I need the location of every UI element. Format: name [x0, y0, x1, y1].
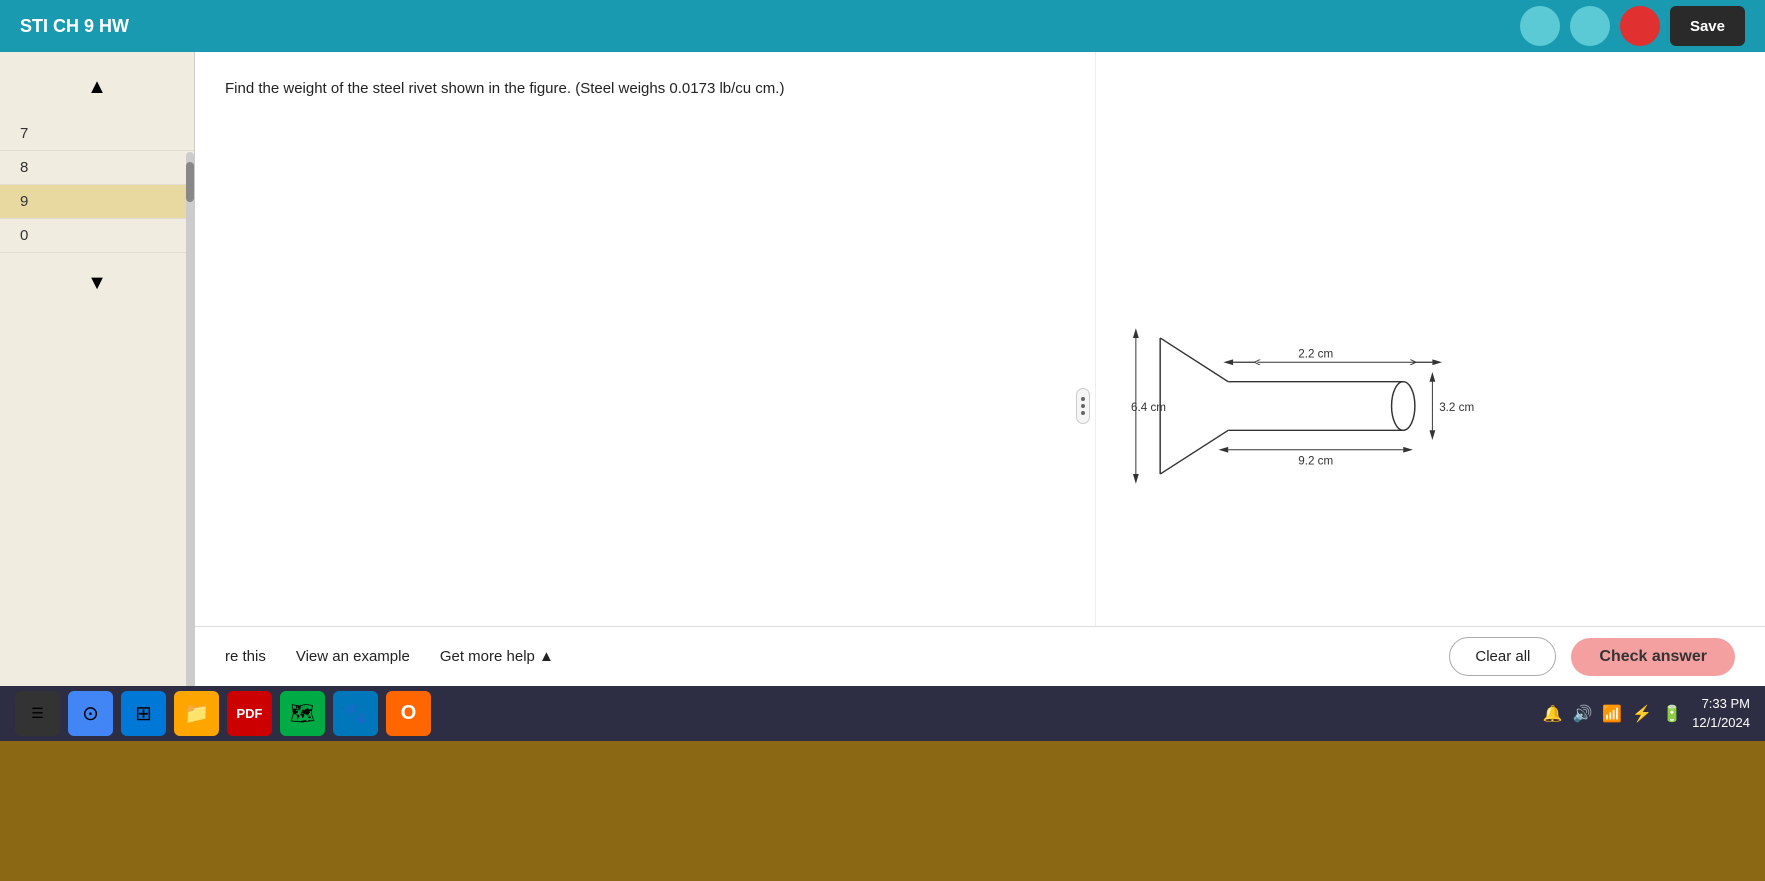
top-btn-2[interactable]	[1570, 6, 1610, 46]
more-dots-button[interactable]	[1076, 388, 1090, 424]
green-app-icon[interactable]: 🗺	[280, 691, 325, 736]
sidebar-scrollbar-thumb[interactable]	[186, 162, 194, 202]
top-btn-red[interactable]	[1620, 6, 1660, 46]
taskbar-wifi-icon[interactable]: 📶	[1602, 704, 1622, 724]
sidebar-item-0[interactable]: 0	[0, 219, 194, 253]
clock: 7:33 PM 12/1/2024	[1692, 695, 1750, 731]
get-more-help-link[interactable]: Get more help ▲	[440, 648, 554, 665]
sidebar-item-9[interactable]: 9	[0, 185, 194, 219]
windows-icon[interactable]: ⊞	[121, 691, 166, 736]
taskbar-bluetooth-icon[interactable]: ⚡	[1632, 704, 1652, 724]
page-title: STI CH 9 HW	[20, 16, 129, 37]
view-example-link[interactable]: View an example	[296, 648, 410, 665]
taskbar-top: ☰ ⊙ ⊞ 📁 PDF 🗺 🐾 O 🔔 🔊 📶 ⚡ 🔋 7:33 PM 12/	[0, 686, 1765, 741]
dot3	[1081, 411, 1085, 415]
rivet-diagram: 2.2 cm 6.4 cm 3.2 cm	[1131, 296, 1481, 516]
folder-icon[interactable]: 📁	[174, 691, 219, 736]
top-bar-actions: Save	[1520, 6, 1745, 46]
sidebar-item-7[interactable]: 7	[0, 117, 194, 151]
start-icon[interactable]: ☰	[15, 691, 60, 736]
taskbar-battery-icon[interactable]: 🔋	[1662, 704, 1682, 724]
svg-text:9.2 cm: 9.2 cm	[1298, 454, 1333, 467]
taskbar-icons-right: 🔔 🔊 📶 ⚡ 🔋 7:33 PM 12/1/2024	[1543, 695, 1750, 731]
chrome-icon[interactable]: ⊙	[68, 691, 113, 736]
svg-text:6.4 cm: 6.4 cm	[1131, 400, 1166, 413]
clock-date: 12/1/2024	[1692, 714, 1750, 732]
taskbar-sys-icon-1[interactable]: 🔔	[1543, 704, 1563, 724]
outlook-icon[interactable]: O	[386, 691, 431, 736]
clock-time: 7:33 PM	[1692, 695, 1750, 713]
taskbar-main-area	[0, 741, 1765, 881]
taskbar: ☰ ⊙ ⊞ 📁 PDF 🗺 🐾 O 🔔 🔊 📶 ⚡ 🔋 7:33 PM 12/	[0, 686, 1765, 881]
dot2	[1081, 404, 1085, 408]
svg-text:2.2 cm: 2.2 cm	[1298, 347, 1333, 360]
pdf-icon[interactable]: PDF	[227, 691, 272, 736]
taskbar-sys-icon-2[interactable]: 🔊	[1572, 704, 1592, 724]
blue-app-icon[interactable]: 🐾	[333, 691, 378, 736]
bottom-right-btns: Clear all Check answer	[1449, 637, 1735, 676]
bottom-left-links: re this View an example Get more help ▲	[225, 648, 554, 665]
save-button[interactable]: Save	[1670, 6, 1745, 46]
taskbar-icons-left: ☰ ⊙ ⊞ 📁 PDF 🗺 🐾 O	[15, 691, 431, 736]
sidebar-nav-down[interactable]: ▼	[77, 263, 117, 303]
save-this-link[interactable]: re this	[225, 648, 266, 665]
dot1	[1081, 397, 1085, 401]
sidebar-nav-up[interactable]: ▲	[77, 67, 117, 107]
top-bar: STI CH 9 HW Save	[0, 0, 1765, 52]
svg-text:3.2 cm: 3.2 cm	[1439, 400, 1474, 413]
top-btn-1[interactable]	[1520, 6, 1560, 46]
sidebar-item-8[interactable]: 8	[0, 151, 194, 185]
sidebar-numbers: 7 8 9 0	[0, 112, 194, 258]
question-text: Find the weight of the steel rivet shown…	[225, 77, 1065, 101]
check-answer-button[interactable]: Check answer	[1571, 638, 1735, 676]
bottom-toolbar: re this View an example Get more help ▲ …	[195, 626, 1765, 686]
clear-all-button[interactable]: Clear all	[1449, 637, 1556, 676]
